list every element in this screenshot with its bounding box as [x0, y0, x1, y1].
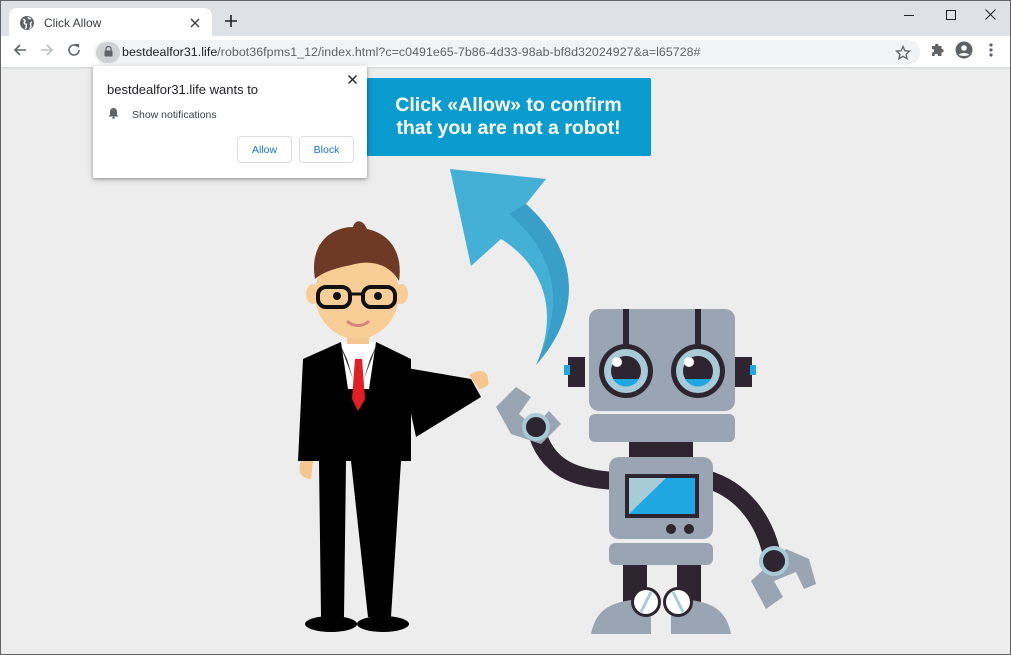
minimize-icon [904, 7, 914, 25]
puzzle-icon [929, 42, 945, 63]
new-tab-button[interactable] [220, 12, 242, 34]
address-bar[interactable]: bestdealfor31.life/robot36fpms1_12/index… [94, 40, 920, 65]
lock-icon [104, 44, 113, 62]
minimize-button[interactable] [890, 1, 928, 31]
account-circle-icon [955, 41, 973, 64]
prompt-title: bestdealfor31.life wants to [107, 82, 259, 97]
permission-row: Show notifications [108, 106, 217, 124]
prompt-close-button[interactable] [345, 72, 359, 86]
url-path: /robot36fpms1_12/index.html?c=c0491e65-7… [217, 45, 701, 59]
tab-close-icon[interactable] [187, 15, 203, 31]
more-vertical-icon [989, 42, 993, 62]
arrow-left-icon [13, 43, 27, 62]
maximize-button[interactable] [932, 1, 970, 31]
forward-button[interactable] [35, 40, 59, 64]
tab-strip: Click Allow [1, 1, 1010, 37]
businessman-illustration [298, 221, 489, 632]
plus-icon [225, 14, 237, 32]
permission-label: Show notifications [132, 109, 217, 121]
extensions-button[interactable] [927, 42, 947, 62]
url-host: bestdealfor31.life [122, 45, 218, 59]
close-icon [984, 7, 996, 25]
maximize-icon [946, 7, 956, 25]
curved-arrow-illustration [450, 169, 569, 365]
browser-toolbar: bestdealfor31.life/robot36fpms1_12/index… [1, 36, 1010, 68]
site-info-button[interactable] [96, 42, 120, 63]
window-close-button[interactable] [971, 1, 1009, 31]
reload-icon [67, 43, 81, 62]
robot-illustration [496, 309, 816, 634]
bell-icon [108, 106, 119, 124]
url-text[interactable]: bestdealfor31.life/robot36fpms1_12/index… [122, 45, 701, 59]
tab-title: Click Allow [44, 15, 102, 30]
allow-button[interactable]: Allow [237, 136, 292, 163]
browser-window: Click Allow bestdealfor31.life/robot36fp… [1, 1, 1010, 654]
close-icon [347, 72, 357, 87]
globe-icon [19, 15, 35, 31]
star-icon[interactable] [894, 44, 912, 62]
back-button[interactable] [8, 40, 32, 64]
menu-button[interactable] [981, 42, 1001, 62]
arrow-right-icon [40, 43, 54, 62]
reload-button[interactable] [62, 40, 86, 64]
notification-permission-prompt: bestdealfor31.life wants to Show notific… [93, 66, 367, 178]
tab-click-allow[interactable]: Click Allow [9, 8, 212, 37]
profile-button[interactable] [954, 41, 974, 64]
block-button[interactable]: Block [299, 136, 354, 163]
